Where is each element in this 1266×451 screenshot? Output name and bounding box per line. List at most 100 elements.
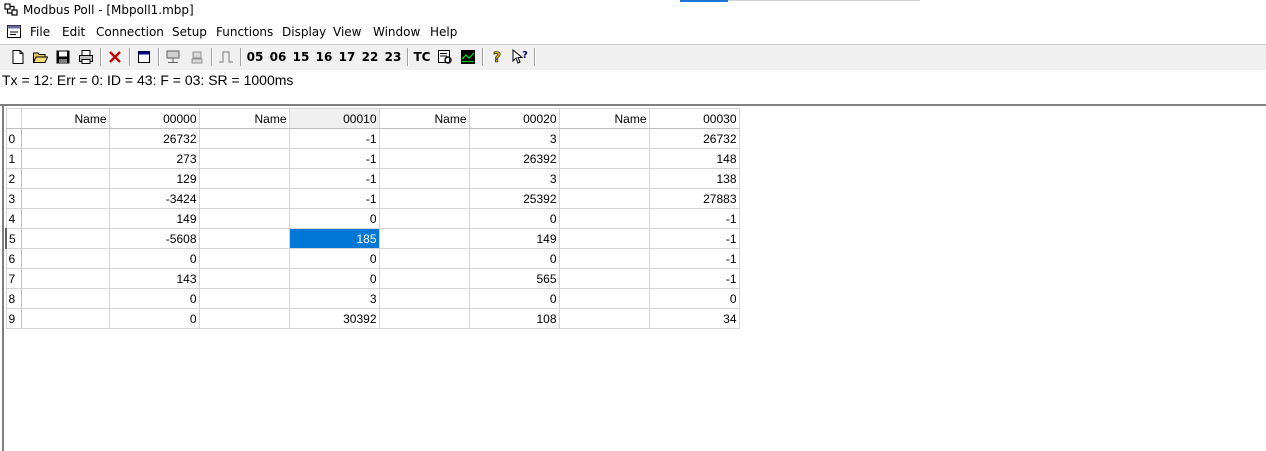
fc-15-button[interactable]: 15 [291,47,311,67]
name-cell[interactable] [20,208,110,229]
value-cell[interactable]: 0 [108,308,200,329]
name-cell[interactable] [558,268,650,289]
value-cell[interactable]: 129 [108,168,200,189]
name-cell[interactable] [198,248,290,269]
save-button[interactable] [53,47,73,67]
value-cell[interactable]: -1 [648,268,740,289]
value-cell[interactable]: 26732 [108,128,200,149]
tc-button[interactable]: TC [412,47,432,67]
pulse-button[interactable] [216,47,236,67]
name-cell[interactable] [558,188,650,209]
window-button[interactable] [134,47,154,67]
document-icon[interactable] [6,24,22,40]
fc-22-button[interactable]: 22 [360,47,380,67]
print-button[interactable] [76,47,96,67]
value-cell[interactable]: 3 [468,168,560,189]
value-cell[interactable]: -1 [648,228,740,249]
context-help-button[interactable]: ? [510,47,530,67]
row-index[interactable]: 4 [5,208,22,229]
fc-23-button[interactable]: 23 [383,47,403,67]
value-cell[interactable]: -1 [648,208,740,229]
value-cell[interactable]: 148 [648,148,740,169]
name-cell[interactable] [558,228,650,249]
value-cell[interactable]: -1 [288,128,380,149]
value-cell[interactable]: 0 [288,248,380,269]
name-cell[interactable] [20,288,110,309]
selected-value-cell[interactable]: 185 [288,228,380,249]
value-cell[interactable]: -5608 [108,228,200,249]
row-index[interactable]: 3 [5,188,22,209]
value-cell[interactable]: 3 [288,288,380,309]
value-cell[interactable]: -1 [648,248,740,269]
menu-file[interactable]: File [30,25,50,39]
name-header[interactable]: Name [558,108,650,129]
connect-button[interactable] [163,47,183,67]
name-cell[interactable] [558,128,650,149]
disconnect-button[interactable] [187,47,207,67]
name-cell[interactable] [558,248,650,269]
row-index[interactable]: 8 [5,288,22,309]
menu-setup[interactable]: Setup [172,25,207,39]
value-cell[interactable]: 30392 [288,308,380,329]
name-cell[interactable] [20,268,110,289]
name-cell[interactable] [558,148,650,169]
name-cell[interactable] [198,148,290,169]
name-cell[interactable] [20,168,110,189]
value-cell[interactable]: 0 [468,208,560,229]
value-cell[interactable]: 0 [468,248,560,269]
value-cell[interactable]: 26392 [468,148,560,169]
row-index[interactable]: 5 [5,228,22,249]
menu-functions[interactable]: Functions [216,25,273,39]
name-cell[interactable] [20,228,110,249]
value-cell[interactable]: 0 [648,288,740,309]
name-cell[interactable] [378,168,470,189]
row-index[interactable]: 1 [5,148,22,169]
help-button[interactable]: ? [487,47,507,67]
value-cell[interactable]: 0 [108,288,200,309]
name-cell[interactable] [378,228,470,249]
value-cell[interactable]: 25392 [468,188,560,209]
name-cell[interactable] [198,168,290,189]
name-cell[interactable] [20,248,110,269]
value-cell[interactable]: 149 [468,228,560,249]
name-cell[interactable] [378,248,470,269]
row-index[interactable]: 2 [5,168,22,189]
name-header[interactable]: Name [378,108,470,129]
name-header[interactable]: Name [198,108,290,129]
new-button[interactable] [8,47,28,67]
row-index[interactable]: 0 [5,128,22,149]
name-cell[interactable] [198,308,290,329]
name-cell[interactable] [198,128,290,149]
traffic-button[interactable] [435,47,455,67]
value-cell[interactable]: -1 [288,168,380,189]
name-cell[interactable] [558,208,650,229]
value-cell[interactable]: 273 [108,148,200,169]
name-cell[interactable] [378,208,470,229]
name-cell[interactable] [198,228,290,249]
fc-17-button[interactable]: 17 [337,47,357,67]
value-cell[interactable]: 0 [288,208,380,229]
value-cell[interactable]: 26732 [648,128,740,149]
fc-16-button[interactable]: 16 [314,47,334,67]
value-cell[interactable]: 0 [108,248,200,269]
menu-display[interactable]: Display [282,25,326,39]
value-cell[interactable]: -1 [288,148,380,169]
name-cell[interactable] [198,188,290,209]
name-cell[interactable] [378,188,470,209]
value-cell[interactable]: 108 [468,308,560,329]
fc-05-button[interactable]: 05 [245,47,265,67]
value-cell[interactable]: 34 [648,308,740,329]
menu-connection[interactable]: Connection [96,25,164,39]
value-cell[interactable]: -1 [288,188,380,209]
value-cell[interactable]: 0 [468,288,560,309]
value-cell[interactable]: 138 [648,168,740,189]
menu-edit[interactable]: Edit [62,25,85,39]
name-cell[interactable] [198,268,290,289]
row-index[interactable]: 7 [5,268,22,289]
value-cell[interactable]: 27883 [648,188,740,209]
open-button[interactable] [30,47,50,67]
address-header[interactable]: 00020 [468,108,560,129]
value-cell[interactable]: 0 [288,268,380,289]
row-index[interactable]: 9 [5,308,22,329]
name-cell[interactable] [20,128,110,149]
